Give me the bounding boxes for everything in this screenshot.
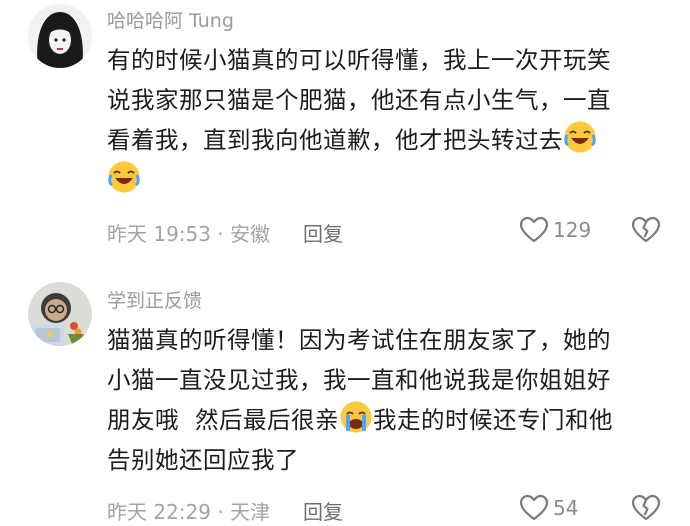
comment-line: [107, 160, 667, 200]
username[interactable]: 哈哈哈阿 Tung: [107, 6, 234, 33]
like-count: 54: [553, 496, 579, 520]
comment-text: 有的时候小猫真的可以听得懂，我上一次开玩笑 说我家那只猫是个肥猫，他还有点小生气…: [107, 40, 667, 200]
comment-line: 告别她还回应我了: [107, 446, 299, 474]
like-count: 129: [553, 218, 592, 242]
broken-heart-icon[interactable]: [631, 493, 661, 523]
comment-text: 猫猫真的听得懂！因为考试住在朋友家了，她的 小猫一直没见过我，我一直和他说我是你…: [107, 320, 667, 480]
comment-line: 有的时候小猫真的可以听得懂，我上一次开玩笑: [107, 46, 611, 74]
comment-line: 小猫一直没见过我，我一直和他说我是你姐姐好: [107, 366, 611, 394]
avatar[interactable]: [28, 4, 92, 68]
comment-meta: 昨天 19:53 · 安徽 回复 129: [107, 215, 690, 248]
comment-item: 学到正反馈 猫猫真的听得懂！因为考试住在朋友家了，她的 小猫一直没见过我，我一直…: [0, 260, 690, 524]
comment-meta: 昨天 22:29 · 天津 回复 54: [107, 493, 690, 526]
comment-line-text: 朋友哦 然后最后很亲: [107, 406, 339, 434]
username[interactable]: 学到正反馈: [107, 286, 202, 313]
reply-button[interactable]: 回复: [303, 218, 343, 247]
comment-item: 哈哈哈阿 Tung 有的时候小猫真的可以听得懂，我上一次开玩笑 说我家那只猫是个…: [0, 0, 690, 260]
comment-line: 看着我，直到我向他道歉，他才把头转过去: [107, 120, 667, 160]
broken-heart-icon[interactable]: [631, 215, 661, 245]
comment-line-text: 看着我，直到我向他道歉，他才把头转过去: [107, 126, 563, 154]
heart-icon[interactable]: [519, 215, 549, 245]
laughing-crying-emoji: [564, 121, 596, 153]
timestamp-location: 昨天 22:29 · 天津: [107, 500, 271, 524]
comment-line: 朋友哦 然后最后很亲 我走的时候还专门和他: [107, 400, 667, 440]
laughing-crying-emoji: [108, 161, 140, 193]
comment-line: 说我家那只猫是个肥猫，他还有点小生气，一直: [107, 86, 611, 114]
avatar[interactable]: [28, 282, 92, 346]
reply-button[interactable]: 回复: [303, 496, 343, 525]
comment-line-text: 我走的时候还专门和他: [372, 406, 613, 434]
crying-emoji: [340, 401, 372, 433]
heart-icon[interactable]: [519, 493, 549, 523]
comment-line: 猫猫真的听得懂！因为考试住在朋友家了，她的: [107, 326, 611, 354]
timestamp-location: 昨天 19:53 · 安徽: [107, 222, 271, 246]
